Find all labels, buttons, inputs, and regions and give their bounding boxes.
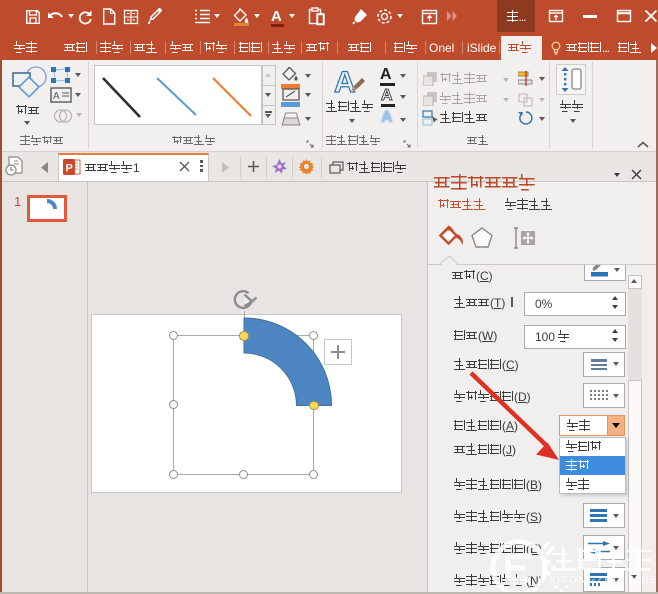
svg-text:P: P — [66, 163, 73, 175]
svg-text:A: A — [53, 91, 60, 102]
svg-text:A: A — [334, 66, 356, 99]
